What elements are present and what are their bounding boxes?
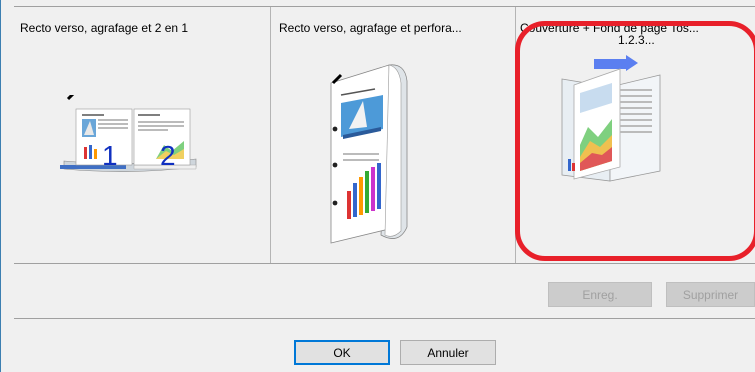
gallery-bottom-divider [14, 263, 755, 264]
preset-gallery: Recto verso, agrafage et 2 en 1 1 2 Rect… [14, 6, 755, 263]
page-number-2: 2 [160, 140, 176, 171]
preset-duplex-staple-punch[interactable]: Recto verso, agrafage et perfora... [271, 7, 516, 263]
ok-button[interactable]: OK [294, 340, 390, 365]
preset-sub-label: 1.2.3... [618, 33, 655, 47]
cancel-button[interactable]: Annuler [400, 340, 496, 365]
page-number-1: 1 [102, 140, 118, 171]
window-left-edge [0, 0, 1, 372]
preset-label: Recto verso, agrafage et 2 en 1 [20, 21, 189, 35]
preset-label: Recto verso, agrafage et perfora... [279, 21, 462, 35]
delete-button[interactable]: Supprimer [666, 282, 755, 307]
preset-cover-page-numbering[interactable]: Couverture + Fond de page Tos... 1.2.3..… [516, 7, 755, 263]
booklet-2in1-icon: 1 2 [60, 95, 197, 172]
punched-document-icon [330, 64, 408, 244]
footer-divider [14, 318, 755, 319]
save-button[interactable]: Enreg. [548, 282, 652, 307]
preset-duplex-staple-2in1[interactable]: Recto verso, agrafage et 2 en 1 1 2 [14, 7, 271, 263]
preset-label: Couverture + Fond de page Tos... [520, 21, 699, 35]
cover-page-icon [561, 55, 661, 182]
